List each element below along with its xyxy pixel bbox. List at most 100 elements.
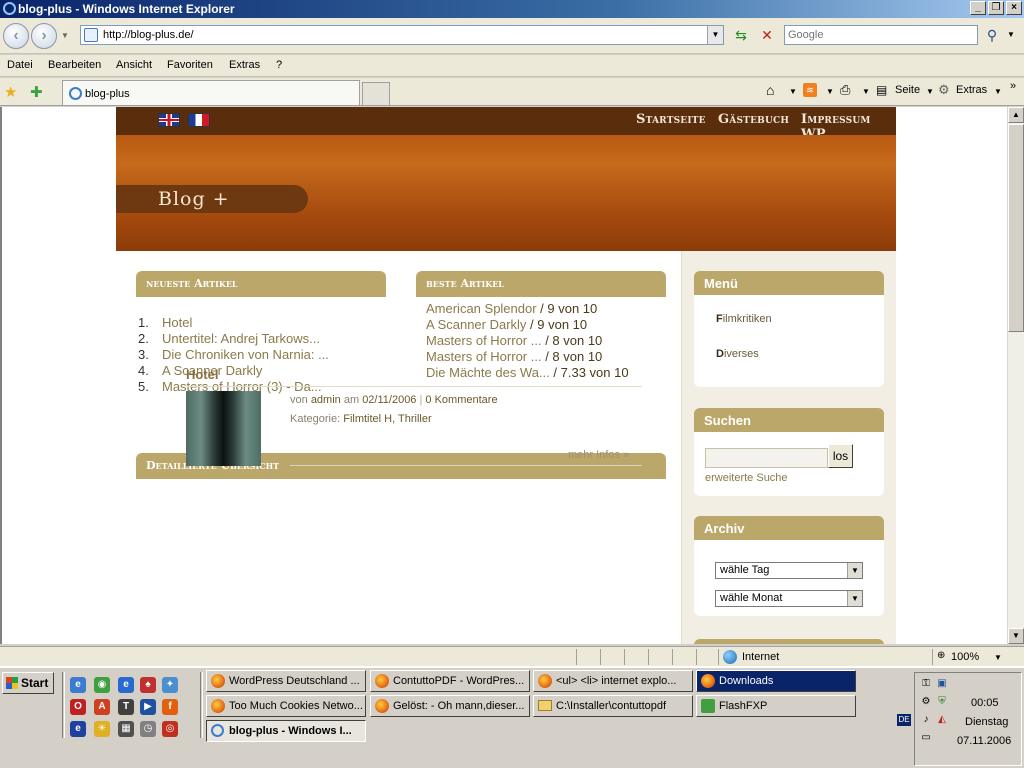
list-item[interactable]: 4. A Scanner Darkly bbox=[138, 363, 378, 379]
quicklaunch-opera-icon[interactable]: O bbox=[70, 699, 86, 715]
scroll-thumb[interactable] bbox=[1008, 124, 1024, 332]
task-contutto[interactable]: ContuttoPDF - WordPres... bbox=[370, 670, 530, 692]
site-search-input[interactable] bbox=[705, 448, 828, 468]
tray-speaker-icon[interactable]: ♪ bbox=[919, 713, 933, 727]
list-item[interactable]: Masters of Horror ... / 8 von 10 bbox=[426, 349, 666, 365]
nav-startseite[interactable]: Startseite bbox=[636, 112, 706, 127]
tools-dropdown-icon[interactable]: ▼ bbox=[994, 87, 1002, 96]
search-icon[interactable]: ⚲ bbox=[982, 25, 1002, 45]
menu-diverses[interactable]: Diverses bbox=[716, 348, 759, 360]
tray-network-icon[interactable]: ▣ bbox=[935, 677, 949, 691]
add-favorite-icon[interactable]: ✚ bbox=[30, 83, 43, 101]
list-item[interactable]: 1. Hotel bbox=[138, 315, 378, 331]
zoom-icon[interactable]: ⊕ bbox=[937, 650, 945, 661]
chevron-more-icon[interactable]: » bbox=[1010, 80, 1016, 92]
scroll-down-icon[interactable]: ▼ bbox=[1008, 628, 1024, 644]
search-box[interactable] bbox=[784, 25, 978, 45]
post-title[interactable]: Hotel bbox=[186, 367, 219, 382]
zoom-dropdown-icon[interactable]: ▼ bbox=[994, 653, 1002, 662]
task-folder[interactable]: C:\Installer\contuttopdf bbox=[533, 695, 693, 717]
back-button[interactable]: ‹ bbox=[3, 23, 29, 49]
quicklaunch-tool-icon[interactable]: ✦ bbox=[162, 677, 178, 693]
quicklaunch-firefox-icon[interactable]: f bbox=[162, 699, 178, 715]
task-wordpress[interactable]: WordPress Deutschland ... bbox=[206, 670, 366, 692]
home-dropdown-icon[interactable]: ▼ bbox=[789, 87, 797, 96]
tab-blog-plus[interactable]: blog-plus bbox=[62, 80, 360, 105]
refresh-icon[interactable]: ⇆ bbox=[730, 25, 752, 45]
tools-menu[interactable]: Extras bbox=[956, 84, 987, 96]
quicklaunch-editor-icon[interactable]: T bbox=[118, 699, 134, 715]
new-tab-button[interactable] bbox=[362, 82, 390, 105]
print-icon[interactable]: ⎙ bbox=[840, 82, 850, 98]
task-downloads[interactable]: Downloads bbox=[696, 670, 856, 692]
advanced-search-link[interactable]: erweiterte Suche bbox=[705, 472, 788, 484]
quicklaunch-ie2-icon[interactable]: e bbox=[118, 677, 134, 693]
task-blog-plus[interactable]: blog-plus - Windows I... bbox=[206, 720, 366, 742]
category-links[interactable]: Filmtitel H, Thriller bbox=[343, 413, 431, 425]
chevron-down-icon[interactable]: ▼ bbox=[847, 591, 862, 606]
minimize-button[interactable]: _ bbox=[970, 1, 986, 15]
address-bar[interactable]: http://blog-plus.de/ ▼ bbox=[80, 25, 724, 45]
page-menu[interactable]: Seite bbox=[895, 84, 920, 96]
vertical-scrollbar[interactable]: ▲ ▼ bbox=[1007, 107, 1024, 644]
history-dropdown-icon[interactable]: ▼ bbox=[61, 31, 69, 40]
english-flag-icon[interactable] bbox=[158, 113, 180, 127]
scroll-up-icon[interactable]: ▲ bbox=[1008, 107, 1024, 123]
quicklaunch-media-icon[interactable]: ▶ bbox=[140, 699, 156, 715]
task-cookies[interactable]: Too Much Cookies Netwo... bbox=[206, 695, 366, 717]
address-url[interactable]: http://blog-plus.de/ bbox=[103, 29, 194, 41]
tray-antivirus-icon[interactable]: ◭ bbox=[935, 713, 949, 727]
more-info-link[interactable]: mehr Infos » bbox=[568, 449, 629, 461]
tray-display-icon[interactable]: ▭ bbox=[919, 731, 933, 745]
favorites-star-icon[interactable]: ★ bbox=[4, 83, 17, 101]
menu-help[interactable]: ? bbox=[276, 59, 282, 71]
start-button[interactable]: Start bbox=[2, 672, 54, 694]
tools-gear-icon[interactable]: ⚙ bbox=[938, 82, 950, 98]
nav-gaestebuch[interactable]: Gästebuch bbox=[718, 112, 789, 127]
quicklaunch-network-icon[interactable]: ◉ bbox=[94, 677, 110, 693]
search-input[interactable] bbox=[785, 26, 977, 44]
quicklaunch-calc-icon[interactable]: ▦ bbox=[118, 721, 134, 737]
feeds-icon[interactable]: ≋ bbox=[803, 83, 817, 97]
french-flag-icon[interactable] bbox=[188, 113, 210, 127]
home-icon[interactable]: ⌂ bbox=[766, 82, 774, 98]
quicklaunch-clock-icon[interactable]: ◷ bbox=[140, 721, 156, 737]
quicklaunch-acrobat-icon[interactable]: A bbox=[94, 699, 110, 715]
menu-bearbeiten[interactable]: Bearbeiten bbox=[48, 59, 101, 71]
day-select[interactable]: wähle Tag ▼ bbox=[715, 562, 863, 579]
quicklaunch-target-icon[interactable]: ◎ bbox=[162, 721, 178, 737]
post-author-link[interactable]: admin bbox=[311, 394, 341, 406]
list-item[interactable]: A Scanner Darkly / 9 von 10 bbox=[426, 317, 666, 333]
language-indicator[interactable]: DE bbox=[897, 714, 911, 726]
stop-icon[interactable]: ✕ bbox=[756, 25, 778, 45]
site-search-button[interactable]: los bbox=[828, 444, 853, 468]
close-button[interactable]: × bbox=[1006, 1, 1022, 15]
task-flashfxp[interactable]: FlashFXP bbox=[696, 695, 856, 717]
quicklaunch-app-icon[interactable]: ♠ bbox=[140, 677, 156, 693]
zoom-level[interactable]: 100% bbox=[951, 651, 979, 663]
chevron-down-icon[interactable]: ▼ bbox=[847, 563, 862, 578]
search-options-icon[interactable]: ▼ bbox=[1004, 25, 1018, 45]
menu-datei[interactable]: Datei bbox=[7, 59, 33, 71]
post-comments-link[interactable]: 0 Kommentare bbox=[425, 394, 497, 406]
list-item[interactable]: 3. Die Chroniken von Narnia: ... bbox=[138, 347, 378, 363]
forward-button[interactable]: › bbox=[31, 23, 57, 49]
clock-time[interactable]: 00:05 bbox=[971, 697, 999, 709]
feeds-dropdown-icon[interactable]: ▼ bbox=[826, 87, 834, 96]
list-item[interactable]: Die Mächte des Wa... / 7.33 von 10 bbox=[426, 365, 666, 381]
menu-extras[interactable]: Extras bbox=[229, 59, 260, 71]
page-icon[interactable]: ▤ bbox=[876, 83, 887, 97]
menu-ansicht[interactable]: Ansicht bbox=[116, 59, 152, 71]
security-zone[interactable]: Internet bbox=[742, 651, 779, 663]
tray-shield-icon[interactable]: ⛨ bbox=[935, 695, 949, 709]
month-select[interactable]: wähle Monat ▼ bbox=[715, 590, 863, 607]
post-thumbnail[interactable] bbox=[186, 391, 261, 466]
list-item[interactable]: 2. Untertitel: Andrej Tarkows... bbox=[138, 331, 378, 347]
menu-filmkritiken[interactable]: Filmkritiken bbox=[716, 313, 772, 325]
page-dropdown-icon[interactable]: ▼ bbox=[926, 87, 934, 96]
maximize-button[interactable]: ❐ bbox=[988, 1, 1004, 15]
tray-gear-icon[interactable]: ⚙ bbox=[919, 695, 933, 709]
quicklaunch-ie-icon[interactable]: e bbox=[70, 677, 86, 693]
quicklaunch-sun-icon[interactable]: ☀ bbox=[94, 721, 110, 737]
tray-lock-icon[interactable]: ⚿ bbox=[919, 677, 933, 691]
